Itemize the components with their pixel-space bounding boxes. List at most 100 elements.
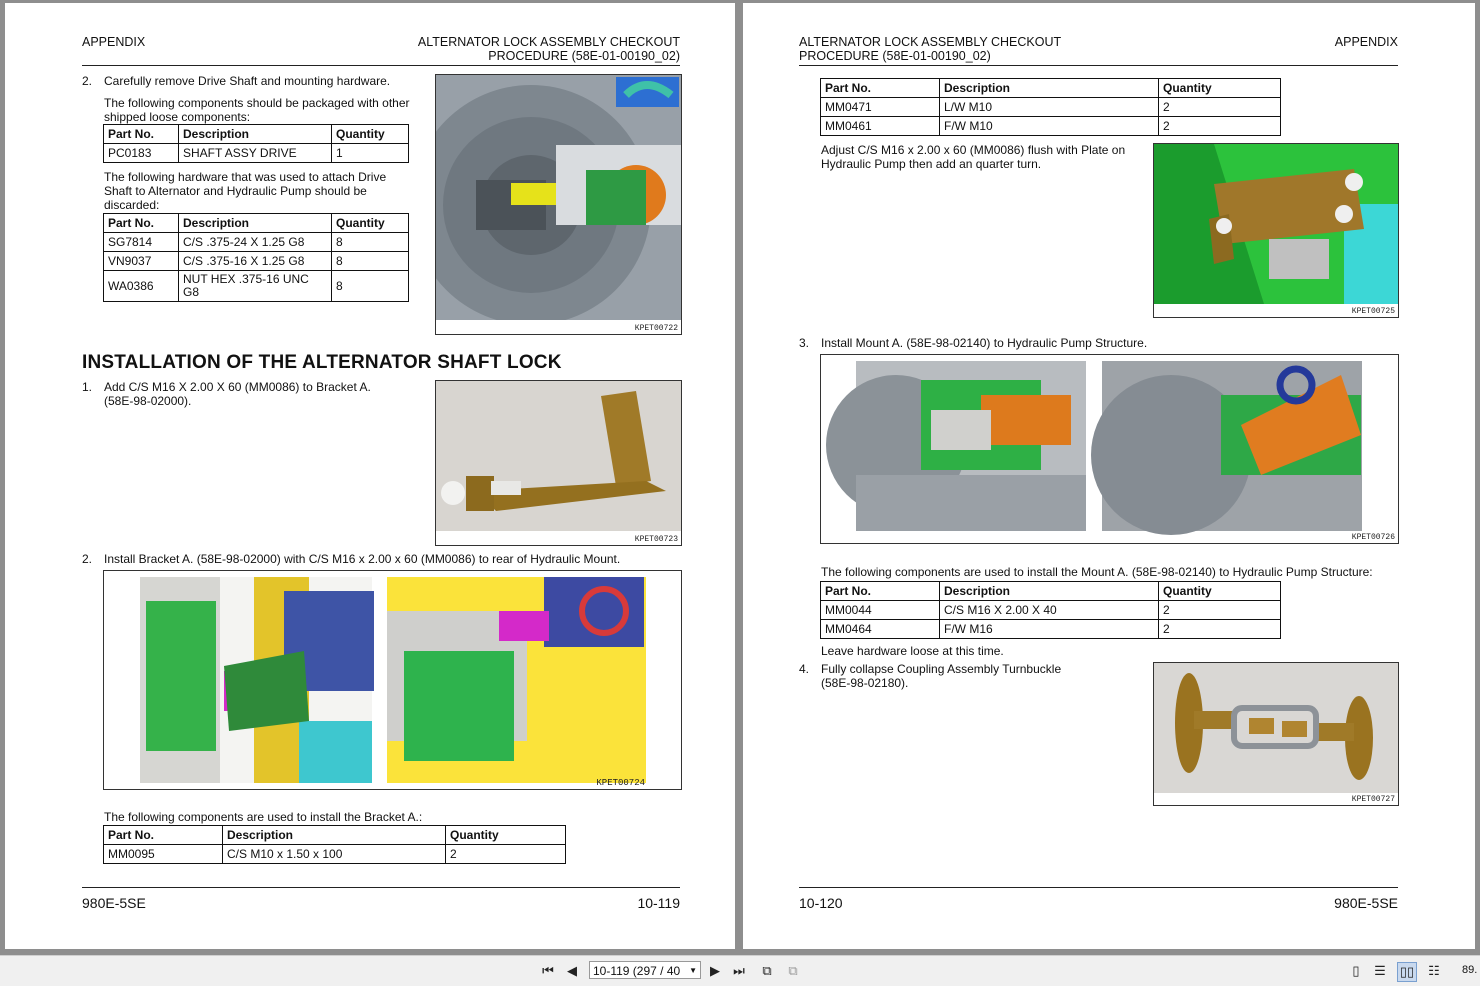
last-page-icon[interactable]: ⏭: [730, 962, 748, 980]
table-header-row: Part No. Description Quantity: [103, 213, 409, 233]
cell: MM0471: [820, 97, 940, 117]
table-row: MM0095 C/S M10 x 1.50 x 100 2: [103, 844, 566, 864]
viewer-toolbar: ⏮ ◀ 10-119 (297 / 40 ▼ ▶ ⏭ ⧉ ⧉ ▯ ☰ ▯▯ ☷ …: [0, 955, 1480, 986]
parts-table-5: Part No. Description Quantity MM0044 C/S…: [820, 581, 1281, 639]
cell: SG7814: [103, 232, 179, 252]
figure-caption: KPET00722: [634, 324, 678, 333]
mount-install-illustration: [826, 361, 1362, 535]
step-number: 3.: [799, 336, 810, 350]
figure-turnbuckle: KPET00727: [1153, 662, 1399, 806]
cell: 1: [331, 143, 409, 163]
header-left-line1: ALTERNATOR LOCK ASSEMBLY CHECKOUT: [799, 35, 1062, 49]
col-header: Quantity: [331, 124, 409, 144]
cell: 8: [331, 232, 409, 252]
cell: MM0095: [103, 844, 223, 864]
page-number-value: 10-119 (297 / 40: [593, 964, 681, 978]
first-page-icon[interactable]: ⏮: [539, 962, 557, 980]
col-header: Part No.: [820, 581, 940, 601]
step-number: 1.: [82, 380, 93, 394]
right-page: ALTERNATOR LOCK ASSEMBLY CHECKOUT PROCED…: [743, 3, 1475, 949]
table-header-row: Part No. Description Quantity: [103, 825, 566, 845]
zoom-level[interactable]: 89.: [1462, 964, 1477, 976]
header-left: APPENDIX: [82, 35, 146, 49]
figure-caption: KPET00727: [1351, 795, 1395, 804]
footer-rule: [799, 887, 1398, 888]
header-right: ALTERNATOR LOCK ASSEMBLY CHECKOUT PROCED…: [418, 35, 680, 63]
paragraph: The following hardware that was used to …: [104, 170, 387, 212]
figure-mount-install: KPET00726: [820, 354, 1399, 544]
col-header: Quantity: [1158, 78, 1281, 98]
cell: 8: [331, 270, 409, 302]
header-right-line1: ALTERNATOR LOCK ASSEMBLY CHECKOUT: [417, 35, 680, 49]
step-number: 2.: [82, 552, 93, 566]
step-text: Carefully remove Drive Shaft and mountin…: [104, 74, 391, 88]
paragraph: The following components should be packa…: [104, 96, 410, 124]
cell: C/S .375-16 X 1.25 G8: [178, 251, 332, 271]
drive-shaft-illustration: [436, 75, 681, 334]
figure-caption: KPET00726: [1351, 533, 1395, 542]
parts-table-4: Part No. Description Quantity MM0471 L/W…: [820, 78, 1281, 136]
table-row: MM0464 F/W M16 2: [820, 619, 1281, 639]
page-number-input[interactable]: 10-119 (297 / 40 ▼: [589, 961, 701, 979]
cell: NUT HEX .375-16 UNC G8: [178, 270, 332, 302]
next-page-icon[interactable]: ▶: [706, 962, 724, 980]
footer-page-number: 10-120: [799, 895, 843, 911]
parts-table-1: Part No. Description Quantity PC0183 SHA…: [103, 124, 409, 163]
col-header: Part No.: [103, 213, 179, 233]
cell: 2: [445, 844, 566, 864]
cell: VN9037: [103, 251, 179, 271]
adjust-bolt-illustration: [1154, 144, 1398, 317]
parts-table-3: Part No. Description Quantity MM0095 C/S…: [103, 825, 566, 864]
col-header: Quantity: [445, 825, 566, 845]
header-left: ALTERNATOR LOCK ASSEMBLY CHECKOUT PROCED…: [799, 35, 1061, 63]
cell: SHAFT ASSY DRIVE: [178, 143, 332, 163]
left-page: APPENDIX ALTERNATOR LOCK ASSEMBLY CHECKO…: [5, 3, 735, 949]
header-rule: [799, 65, 1398, 66]
footer-page-number: 10-119: [637, 895, 680, 911]
go-forward-view-icon[interactable]: ⧉: [784, 962, 802, 980]
cell: C/S M10 x 1.50 x 100: [222, 844, 446, 864]
two-page-continuous-icon[interactable]: ☷: [1425, 962, 1443, 980]
col-header: Description: [222, 825, 446, 845]
cell: C/S M16 X 2.00 X 40: [939, 600, 1159, 620]
turnbuckle-illustration: [1154, 663, 1398, 805]
table-row: MM0461 F/W M10 2: [820, 116, 1281, 136]
cell: 2: [1158, 116, 1281, 136]
figure-bracket: KPET00723: [435, 380, 682, 546]
cell: MM0044: [820, 600, 940, 620]
header-rule: [82, 65, 680, 66]
cell: F/W M10: [939, 116, 1159, 136]
section-title: INSTALLATION OF THE ALTERNATOR SHAFT LOC…: [82, 352, 562, 373]
previous-page-icon[interactable]: ◀: [563, 962, 581, 980]
cell: PC0183: [103, 143, 179, 163]
cell: 2: [1158, 600, 1281, 620]
step-text: Fully collapse Coupling Assembly Turnbuc…: [821, 662, 1062, 690]
table-row: MM0471 L/W M10 2: [820, 97, 1281, 117]
col-header: Description: [939, 581, 1159, 601]
paragraph: The following components are used to ins…: [104, 810, 423, 824]
footer-rule: [82, 887, 680, 888]
bracket-install-illustration: [140, 577, 646, 783]
cell: 2: [1158, 619, 1281, 639]
cell: WA0386: [103, 270, 179, 302]
go-back-view-icon[interactable]: ⧉: [758, 962, 776, 980]
table-row: WA0386 NUT HEX .375-16 UNC G8 8: [103, 270, 409, 302]
cell: C/S .375-24 X 1.25 G8: [178, 232, 332, 252]
step-number: 4.: [799, 662, 810, 676]
parts-table-2: Part No. Description Quantity SG7814 C/S…: [103, 213, 409, 302]
two-page-view-icon[interactable]: ▯▯: [1397, 962, 1417, 982]
single-page-view-icon[interactable]: ▯: [1347, 962, 1365, 980]
cell: 2: [1158, 97, 1281, 117]
col-header: Description: [178, 213, 332, 233]
continuous-view-icon[interactable]: ☰: [1371, 962, 1389, 980]
figure-drive-shaft: KPET00722: [435, 74, 682, 335]
table-header-row: Part No. Description Quantity: [103, 124, 409, 144]
col-header: Quantity: [1158, 581, 1281, 601]
table-row: VN9037 C/S .375-16 X 1.25 G8 8: [103, 251, 409, 271]
bracket-illustration: [436, 381, 681, 545]
chevron-down-icon[interactable]: ▼: [689, 962, 697, 980]
header-left-line2: PROCEDURE (58E-01-00190_02): [799, 49, 991, 63]
paragraph: Leave hardware loose at this time.: [821, 644, 1004, 658]
header-right: APPENDIX: [1334, 35, 1398, 49]
table-header-row: Part No. Description Quantity: [820, 78, 1281, 98]
